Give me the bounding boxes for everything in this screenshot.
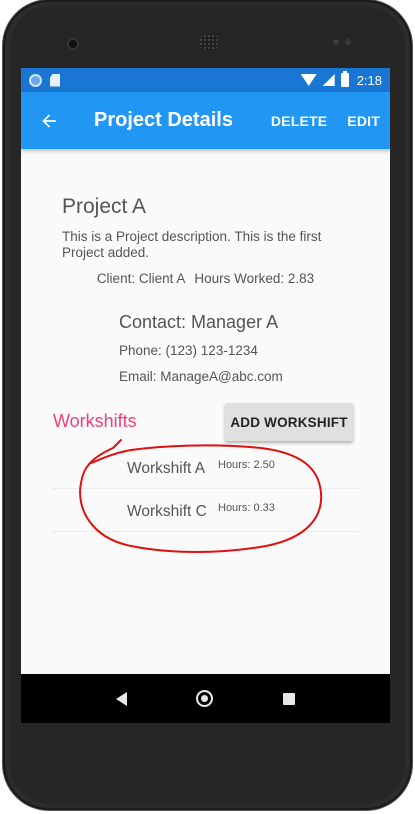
workshift-list: Workshift A Hours: 2.50 Workshift C Hour… xyxy=(52,446,359,532)
wifi-icon xyxy=(300,74,317,86)
workshift-name: Workshift A xyxy=(127,460,206,477)
red-circle-annotation xyxy=(79,439,323,553)
nav-home-icon[interactable] xyxy=(196,690,214,707)
list-item[interactable]: Workshift A Hours: 2.50 xyxy=(52,446,359,489)
front-camera-icon xyxy=(69,40,77,48)
sd-card-icon xyxy=(50,73,60,87)
project-client: Client: Client A xyxy=(96,271,185,286)
add-workshift-button[interactable]: ADD WORKSHIFT xyxy=(225,403,353,441)
project-hours-worked: Hours Worked: 2.83 xyxy=(194,271,315,286)
contact-email: Email: ManageA@abc.com xyxy=(119,369,283,384)
edit-button[interactable]: EDIT xyxy=(337,92,390,149)
back-button[interactable] xyxy=(21,92,77,149)
app-screen: 2:18 Project Details DELETE EDIT Project… xyxy=(21,68,390,723)
navigation-bar xyxy=(21,674,390,723)
nav-recents-icon[interactable] xyxy=(283,692,296,705)
nav-back-icon[interactable] xyxy=(115,691,127,706)
proximity-sensor-icon xyxy=(333,39,353,45)
project-meta: Client: Client A Hours Worked: 2.83 xyxy=(21,271,390,286)
workshift-name: Workshift C xyxy=(127,503,207,520)
workshift-hours: Hours: 2.50 xyxy=(218,459,275,471)
workshifts-heading: Workshifts xyxy=(53,411,137,431)
app-bar: Project Details DELETE EDIT xyxy=(21,92,390,149)
contact-name: Contact: Manager A xyxy=(119,312,279,332)
battery-charging-icon xyxy=(340,71,349,87)
notification-icon xyxy=(29,73,42,87)
signal-icon xyxy=(322,74,335,86)
page-title: Project Details xyxy=(94,109,233,131)
list-item[interactable]: Workshift C Hours: 0.33 xyxy=(52,489,359,532)
workshift-hours: Hours: 0.33 xyxy=(218,502,275,514)
status-time: 2:18 xyxy=(356,72,382,88)
speaker-grille-icon xyxy=(199,34,219,50)
status-bar: 2:18 xyxy=(21,68,390,92)
arrow-back-icon xyxy=(42,113,56,128)
delete-button[interactable]: DELETE xyxy=(261,92,337,149)
contact-phone: Phone: (123) 123-1234 xyxy=(119,343,258,358)
project-description: This is a Project description. This is t… xyxy=(62,229,322,260)
project-name: Project A xyxy=(62,195,147,218)
